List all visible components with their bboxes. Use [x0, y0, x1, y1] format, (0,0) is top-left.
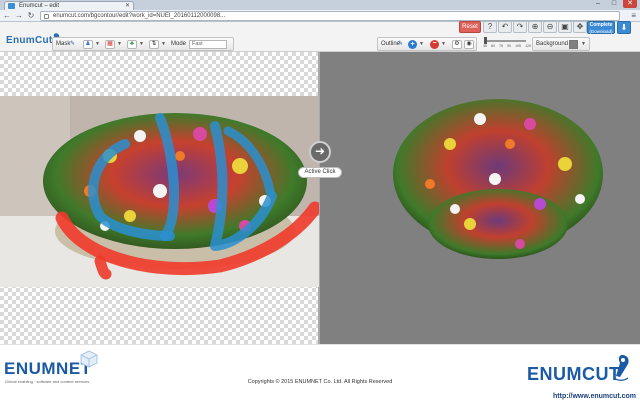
slider-track [484, 40, 526, 42]
app-logo[interactable]: EnumCut [6, 32, 60, 46]
chevron-down-icon[interactable]: ▼ [161, 41, 166, 47]
eye-icon[interactable]: ◉ [464, 40, 474, 49]
mode-select[interactable]: Fast [189, 40, 227, 49]
brush-icon[interactable]: ✎ [398, 40, 403, 49]
reload-icon[interactable]: ↻ [26, 11, 36, 21]
cube-logo-icon [80, 350, 98, 368]
left-toolbar: Mask ✎ ♟ ▼ ▦ ▼ ♣ ▼ ⇅ ▼ Mode Fast [52, 37, 234, 51]
back-icon[interactable]: ← [2, 11, 12, 21]
background-toolbar: Background ▼ [532, 37, 590, 51]
page-icon [44, 14, 49, 19]
chevron-down-icon[interactable]: ▼ [95, 41, 100, 47]
slider-tick: 75 [499, 44, 503, 48]
fit-icon[interactable]: ▣ [558, 21, 572, 33]
enumnet-tagline: Global enabling · software and content s… [5, 379, 90, 384]
move-icon[interactable]: ✥ [573, 21, 587, 33]
remove-icon[interactable]: − [430, 40, 439, 49]
download-icon[interactable]: ⬇ [617, 21, 631, 34]
grid-icon[interactable]: ▦ [105, 40, 115, 49]
url-field[interactable]: enumcut.com/bgcontour/edit?work_id=NUEI_… [40, 11, 620, 21]
slider-tick: 105 [515, 44, 521, 48]
menu-icon[interactable]: ≡ [631, 11, 636, 20]
enumcut-url[interactable]: http://www.enumcut.com [518, 393, 636, 400]
mode-label: Mode [171, 41, 187, 47]
slider-tick: 45 [483, 44, 487, 48]
close-window-icon[interactable]: ✕ [623, 0, 637, 8]
undo-icon[interactable]: ↶ [498, 21, 512, 33]
slider-tick: 60 [491, 44, 495, 48]
redo-icon[interactable]: ↷ [513, 21, 527, 33]
background-color-swatch[interactable] [569, 40, 578, 49]
complete-label: Complete [589, 22, 613, 28]
zoom-in-icon[interactable]: ⊕ [528, 21, 542, 33]
browser-tab-bar: Enumcut – edit ✕ – □ ✕ [0, 0, 640, 10]
tree-icon[interactable]: ♣ [127, 40, 137, 49]
cutout-result [393, 99, 603, 259]
window-controls: – □ ✕ [591, 0, 637, 8]
slider-tick: 90 [507, 44, 511, 48]
chevron-down-icon[interactable]: ▼ [441, 41, 446, 47]
favicon-icon [8, 3, 15, 9]
right-toolbar: Outline ✎ + ▼ − ▼ ⚙ ◉ [377, 37, 477, 51]
maximize-icon[interactable]: □ [607, 0, 621, 8]
pen-pin-logo-icon [613, 355, 629, 381]
forward-icon[interactable]: → [14, 11, 24, 21]
enumcut-logo[interactable]: ENUMCUT [527, 364, 621, 385]
enumnet-logo[interactable]: ENUMNET [4, 359, 92, 379]
help-icon[interactable]: ? [483, 21, 497, 33]
complete-sub-label: (Download) [589, 28, 613, 34]
footer: ENUMNET Global enabling · software and c… [0, 344, 640, 405]
slider-ticks: 45 60 75 90 105 120 [483, 44, 531, 48]
settings-icon[interactable]: ⚙ [452, 40, 462, 49]
active-click-arrow-icon[interactable]: ➜ [309, 141, 331, 163]
close-tab-icon[interactable]: ✕ [125, 2, 130, 10]
slider-knob[interactable] [484, 37, 487, 44]
tab-title: Enumcut – edit [19, 3, 60, 9]
mask-label: Mask [56, 41, 71, 47]
active-click-label[interactable]: Active Click [298, 167, 342, 178]
chevron-down-icon[interactable]: ▼ [117, 41, 122, 47]
person-icon[interactable]: ♟ [83, 40, 93, 49]
app-logo-text: EnumCut [6, 35, 53, 46]
copyright-text: Copyrights © 2015 ENUMNET Co. Ltd. All R… [247, 379, 393, 385]
slider-tick: 120 [525, 44, 531, 48]
brush-icon[interactable]: ✎ [70, 40, 75, 49]
chevron-down-icon[interactable]: ▼ [581, 41, 586, 47]
arrows-icon[interactable]: ⇅ [149, 40, 159, 49]
chevron-down-icon[interactable]: ▼ [139, 41, 144, 47]
complete-button[interactable]: Complete (Download) [587, 21, 615, 34]
source-photo[interactable] [0, 96, 319, 287]
zoom-out-icon[interactable]: ⊖ [543, 21, 557, 33]
reset-button[interactable]: Reset [459, 21, 481, 33]
background-label: Background [536, 41, 569, 47]
add-icon[interactable]: + [408, 40, 417, 49]
brush-size-slider[interactable]: 45 60 75 90 105 120 [480, 36, 531, 50]
minimize-icon[interactable]: – [591, 0, 605, 8]
chevron-down-icon[interactable]: ▼ [419, 41, 424, 47]
browser-tab[interactable]: Enumcut – edit ✕ [4, 1, 134, 10]
url-text: enumcut.com/bgcontour/edit?work_id=NUEI_… [53, 13, 226, 19]
